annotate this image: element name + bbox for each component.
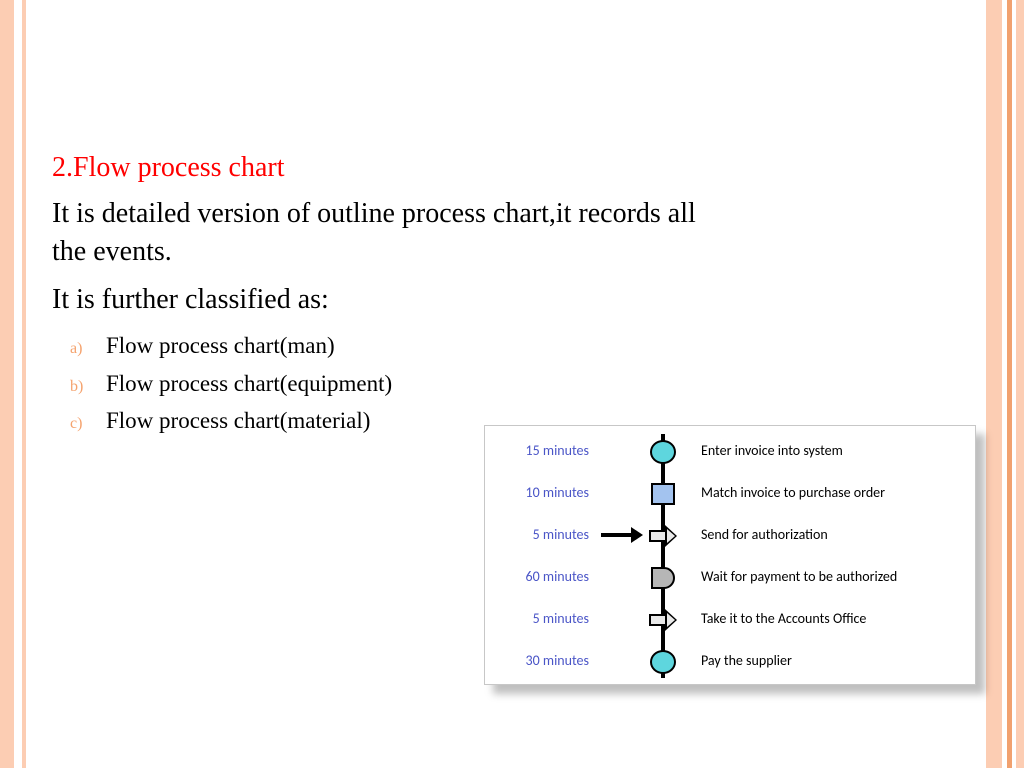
diagram-step-row: 5 minutes Send for authorization <box>485 516 975 556</box>
frame-bar-right-wide <box>986 0 1002 768</box>
transport-icon <box>645 606 681 634</box>
flow-process-diagram: 15 minutes Enter invoice into system 10 … <box>484 425 976 685</box>
step-text: Match invoice to purchase order <box>701 484 885 501</box>
operation-icon <box>645 438 681 466</box>
list-text: Flow process chart(material) <box>106 402 370 440</box>
list-marker: c) <box>70 411 106 437</box>
step-time: 30 minutes <box>485 652 589 669</box>
step-text: Take it to the Accounts Office <box>701 610 866 627</box>
inspection-icon <box>645 480 681 508</box>
transport-icon <box>645 522 681 550</box>
step-time: 60 minutes <box>485 568 589 585</box>
diagram-step-row: 30 minutes Pay the supplier <box>485 642 975 682</box>
list-item: b) Flow process chart(equipment) <box>70 365 952 403</box>
diagram-step-row: 5 minutes Take it to the Accounts Office <box>485 600 975 640</box>
step-time: 10 minutes <box>485 484 589 501</box>
list-marker: b) <box>70 374 106 400</box>
slide-content: 2.Flow process chart It is detailed vers… <box>52 148 952 440</box>
step-text: Send for authorization <box>701 526 828 543</box>
section-title: 2.Flow process chart <box>52 148 952 187</box>
diagram-step-row: 10 minutes Match invoice to purchase ord… <box>485 474 975 514</box>
list-text: Flow process chart(equipment) <box>106 365 392 403</box>
step-text: Enter invoice into system <box>701 442 843 459</box>
step-time: 5 minutes <box>485 610 589 627</box>
step-text: Wait for payment to be authorized <box>701 568 897 585</box>
list-text: Flow process chart(man) <box>106 327 335 365</box>
delay-icon <box>645 564 681 592</box>
step-time: 5 minutes <box>485 526 589 543</box>
step-time: 15 minutes <box>485 442 589 459</box>
classification-list: a) Flow process chart(man) b) Flow proce… <box>52 327 952 441</box>
list-marker: a) <box>70 336 106 362</box>
step-text: Pay the supplier <box>701 652 792 669</box>
diagram-step-row: 15 minutes Enter invoice into system <box>485 432 975 472</box>
section-subheading: It is further classified as: <box>52 281 952 319</box>
frame-bar-left-inner <box>22 0 26 768</box>
operation-icon <box>645 648 681 676</box>
section-description: It is detailed version of outline proces… <box>52 195 732 271</box>
frame-bar-right-outer <box>1016 0 1024 768</box>
frame-bar-left-mid <box>14 0 22 768</box>
diagram-step-row: 60 minutes Wait for payment to be author… <box>485 558 975 598</box>
list-item: a) Flow process chart(man) <box>70 327 952 365</box>
frame-bar-left-outer <box>0 0 14 768</box>
branch-arrow-icon <box>601 528 645 542</box>
